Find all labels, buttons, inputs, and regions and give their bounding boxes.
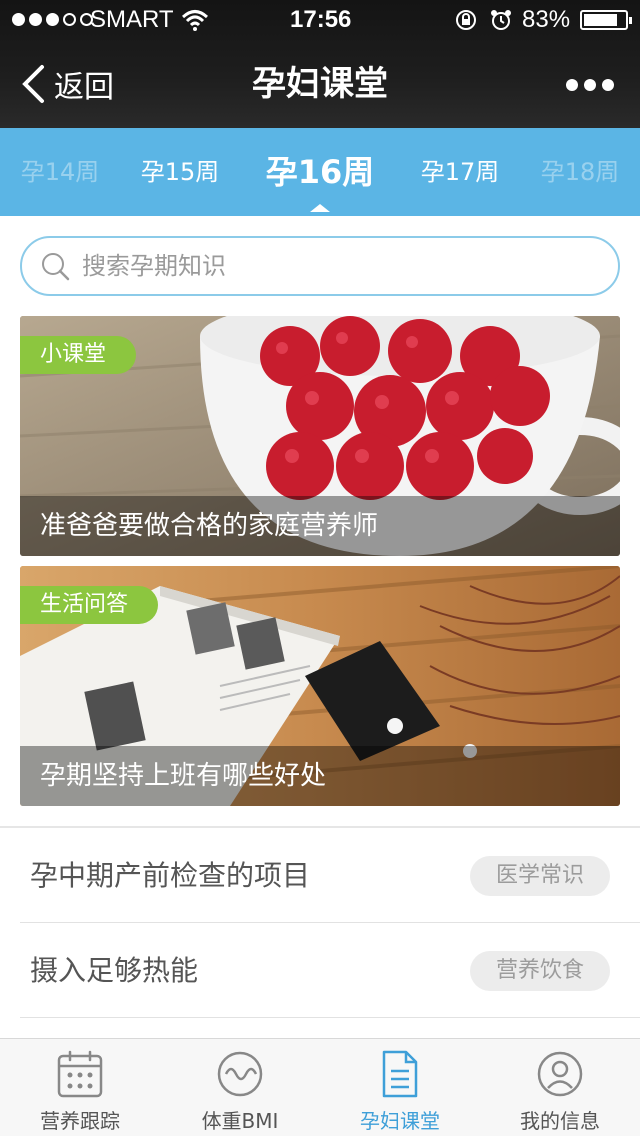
featured-article-card[interactable]: 生活问答 孕期坚持上班有哪些好处 [20,566,620,806]
wifi-icon [182,10,208,31]
calendar-icon [57,1050,103,1098]
document-icon [382,1050,418,1098]
week-selector: 孕14周 孕15周 孕16周 孕17周 孕18周 [0,128,640,216]
carrier-name: SMART [90,6,174,33]
clock: 17:56 [290,6,352,33]
category-tag: 生活问答 [20,586,159,624]
tab-label: 营养跟踪 [40,1109,120,1133]
week-tab[interactable]: 孕18周 [520,128,640,216]
battery-icon [580,10,632,30]
battery-percent: 83% [522,6,571,33]
more-dot-icon [602,79,614,91]
status-bar: SMART 17:56 83% [0,0,640,40]
card-caption: 准爸爸要做合格的家庭营养师 [20,496,620,556]
more-dot-icon [566,79,578,91]
tab-label: 孕妇课堂 [360,1109,440,1133]
tab-label: 我的信息 [520,1109,600,1133]
search-box[interactable] [20,236,620,296]
user-icon [537,1051,583,1097]
week-tab[interactable]: 孕17周 [400,128,520,216]
tab-nutrition-tracking[interactable]: 营养跟踪 [0,1039,160,1136]
tab-my-info[interactable]: 我的信息 [480,1039,640,1136]
tab-label: 体重BMI [201,1109,279,1133]
card-caption: 孕期坚持上班有哪些好处 [20,746,620,806]
page-title: 孕妇课堂 [252,64,388,104]
wave-icon [217,1051,263,1097]
featured-article-card[interactable]: 小课堂 准爸爸要做合格的家庭营养师 [20,316,620,556]
top-bar: SMART 17:56 83% 返回 孕妇课堂 [0,0,640,128]
category-badge: 医学常识 [470,856,610,896]
week-tab[interactable]: 孕15周 [120,128,240,216]
article-title: 孕中期产前检查的项目 [30,859,311,892]
article-title: 摄入足够热能 [30,954,199,987]
more-dot-icon [584,79,596,91]
category-badge: 营养饮食 [470,951,610,991]
tab-pregnancy-class[interactable]: 孕妇课堂 [320,1039,480,1136]
list-item[interactable]: 孕中期产前检查的项目 医学常识 [20,828,640,923]
week-tab-selected[interactable]: 孕16周 [260,128,380,216]
selected-week-indicator [310,204,330,212]
tab-weight-bmi[interactable]: 体重BMI [160,1039,320,1136]
signal-strength-icon [12,13,93,26]
category-tag: 小课堂 [20,336,137,374]
search-icon [42,253,70,281]
search-input[interactable] [82,246,602,286]
more-menu-button[interactable] [566,78,614,92]
week-tab[interactable]: 孕14周 [0,128,120,216]
rotation-lock-icon [456,10,476,30]
bottom-tab-bar: 营养跟踪 体重BMI 孕妇课堂 我的信息 [0,1038,640,1136]
list-item[interactable]: 摄入足够热能 营养饮食 [20,923,640,1018]
alarm-icon [491,10,511,30]
